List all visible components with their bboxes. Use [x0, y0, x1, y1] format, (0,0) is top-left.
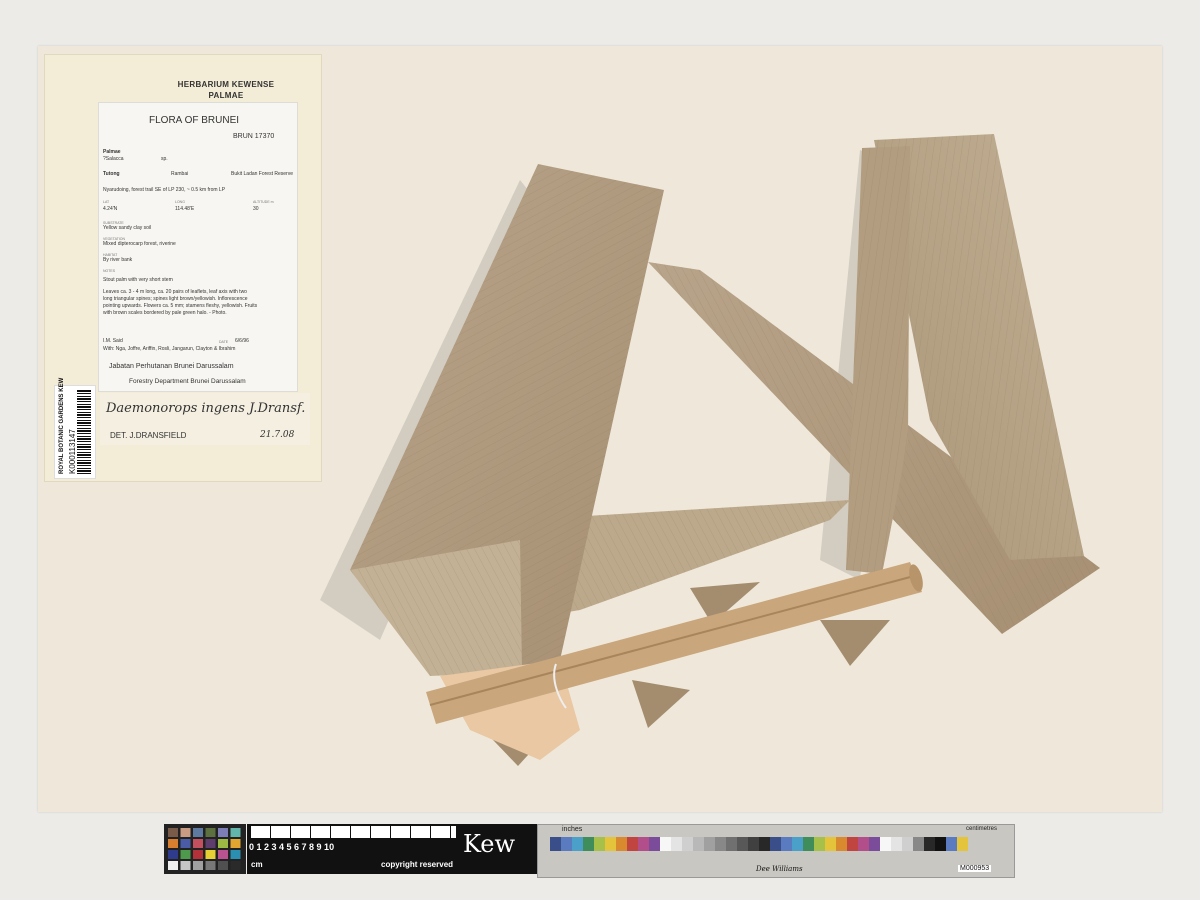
color-chart: [164, 824, 246, 874]
greyscale-patch: [781, 837, 792, 851]
greyscale-patch: [693, 837, 704, 851]
color-patch: [180, 850, 191, 859]
greyscale-patch: [550, 837, 561, 851]
color-patch: [193, 828, 203, 837]
color-patch: [180, 839, 191, 848]
color-patches: [168, 828, 241, 870]
greyscale-patch: [814, 837, 825, 851]
greyscale-patch: [957, 837, 968, 851]
ruler-unit: cm: [251, 860, 263, 869]
greyscale-patch: [880, 837, 891, 851]
color-patch: [230, 850, 241, 859]
greyscale-patch: [803, 837, 814, 851]
greyscale-patch: [913, 837, 924, 851]
color-patch: [205, 839, 216, 848]
greyscale-patch: [836, 837, 847, 851]
greyscale-patch: [605, 837, 616, 851]
greyscale-patch: [792, 837, 803, 851]
greyscale-patch: [627, 837, 638, 851]
card-code: M000953: [958, 865, 992, 872]
color-patch: [180, 861, 191, 870]
color-patch: [218, 828, 228, 837]
color-patch: [218, 839, 228, 848]
greyscale-patch: [737, 837, 748, 851]
maker-label: Dee Williams: [756, 865, 803, 873]
greyscale-patches: [550, 837, 968, 851]
cm-ruler: 0 1 2 3 4 5 6 7 8 9 10 cm copyright rese…: [247, 824, 537, 874]
ruler-ticks: [251, 826, 456, 838]
ruler-numbers: 0 1 2 3 4 5 6 7 8 9 10: [249, 842, 335, 852]
greyscale-patch: [660, 837, 671, 851]
greyscale-patch: [572, 837, 583, 851]
copyright-text: copyright reserved: [381, 860, 454, 869]
greyscale-patch: [561, 837, 572, 851]
greyscale-patch: [770, 837, 781, 851]
color-patch: [168, 828, 178, 837]
color-patch: [168, 861, 178, 870]
greyscale-patch: [858, 837, 869, 851]
color-patch: [205, 828, 216, 837]
color-patch: [218, 861, 228, 870]
greyscale-card: inches centimetres Dee Williams M000953: [537, 824, 1015, 878]
kew-logo: Kew: [463, 830, 516, 858]
greyscale-patch: [891, 837, 902, 851]
greyscale-patch: [902, 837, 913, 851]
leaflet-left-folded: [350, 164, 664, 676]
greyscale-patch: [682, 837, 693, 851]
greyscale-patch: [869, 837, 880, 851]
color-patch: [168, 839, 178, 848]
greyscale-patch: [759, 837, 770, 851]
greyscale-patch: [715, 837, 726, 851]
greyscale-patch: [638, 837, 649, 851]
specimen-illustration: [320, 134, 1100, 766]
greyscale-patch: [946, 837, 957, 851]
greyscale-patch: [847, 837, 858, 851]
color-patch: [193, 850, 203, 859]
greyscale-patch: [671, 837, 682, 851]
greyscale-patch: [825, 837, 836, 851]
greyscale-patch: [924, 837, 935, 851]
inches-label: inches: [562, 826, 583, 833]
color-patch: [230, 828, 241, 837]
color-patch: [193, 839, 203, 848]
color-patch: [168, 850, 178, 859]
greyscale-patch: [594, 837, 605, 851]
greyscale-patch: [935, 837, 946, 851]
color-patch: [205, 850, 216, 859]
color-patch: [218, 850, 228, 859]
greyscale-patch: [726, 837, 737, 851]
color-patch: [230, 861, 241, 870]
greyscale-patch: [649, 837, 660, 851]
greyscale-patch: [704, 837, 715, 851]
color-patch: [205, 861, 216, 870]
greyscale-patch: [616, 837, 627, 851]
greyscale-patch: [748, 837, 759, 851]
color-patch: [180, 828, 191, 837]
color-patch: [193, 861, 203, 870]
greyscale-patch: [583, 837, 594, 851]
color-patch: [230, 839, 241, 848]
centimetres-label: centimetres: [966, 826, 998, 832]
